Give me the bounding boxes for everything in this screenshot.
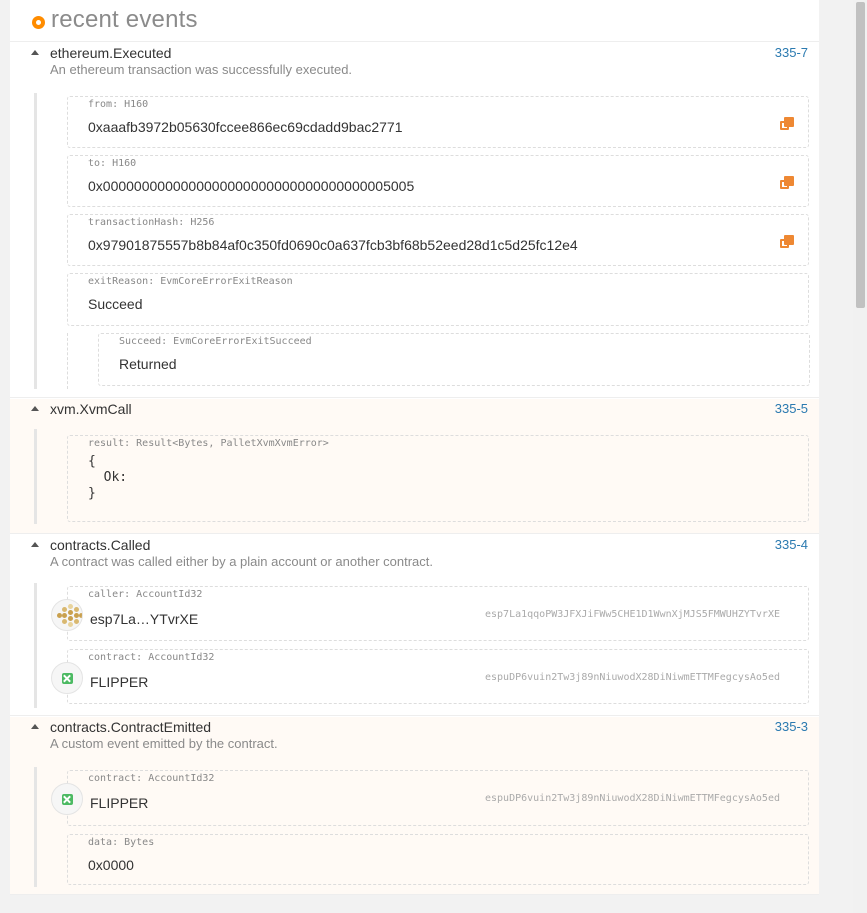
param-contract: contract: AccountId32 FLIPPER espuDP6vui…	[51, 649, 809, 704]
events-panel: recent events ethereum.Executed An ether…	[10, 0, 819, 895]
event-block-link[interactable]: 335-3	[775, 719, 808, 734]
expand-arrow-icon[interactable]	[31, 406, 39, 411]
event-description: A contract was called either by a plain …	[50, 554, 433, 569]
param-data: data: Bytes 0x0000	[67, 834, 809, 885]
expand-arrow-icon[interactable]	[31, 50, 39, 55]
param-label: Succeed: EvmCoreErrorExitSucceed	[119, 336, 312, 347]
identicon-icon[interactable]	[51, 783, 83, 815]
param-to: to: H160 0x00000000000000000000000000000…	[67, 155, 809, 207]
param-exit-reason: exitReason: EvmCoreErrorExitReason Succe…	[67, 273, 809, 326]
event-row[interactable]: contracts.Called A contract was called e…	[10, 535, 819, 716]
event-description: An ethereum transaction was successfully…	[50, 62, 353, 77]
event-row[interactable]: ethereum.Executed An ethereum transactio…	[10, 43, 819, 398]
param-value: Succeed	[88, 296, 143, 312]
param-label: transactionHash: H256	[88, 217, 215, 228]
account-name[interactable]: esp7La…YTvrXE	[90, 611, 198, 627]
event-row[interactable]: xvm.XvmCall 335-5 result: Result<Bytes, …	[10, 399, 819, 534]
scrollbar[interactable]	[853, 0, 867, 913]
param-label: contract: AccountId32	[88, 652, 215, 663]
identicon-icon[interactable]	[51, 662, 83, 694]
copy-icon[interactable]	[780, 117, 794, 131]
param-value: 0x00000000000000000000000000000000000050…	[88, 178, 415, 194]
event-title: ethereum.Executed	[50, 45, 172, 61]
account-address: esp7La1qqoPW3JFXJiFWw5CHE1D1WwnXjMJS5FMW…	[484, 609, 780, 620]
param-label: to: H160	[88, 158, 137, 169]
param-label: data: Bytes	[88, 837, 155, 848]
event-block-link[interactable]: 335-5	[775, 401, 808, 416]
event-block-link[interactable]: 335-7	[775, 45, 808, 60]
account-name[interactable]: FLIPPER	[90, 674, 148, 690]
param-caller: caller: AccountId32 esp7La…YTvrXE esp7La…	[51, 586, 809, 641]
expand-arrow-icon[interactable]	[31, 724, 39, 729]
param-result: result: Result<Bytes, PalletXvmXvmError>…	[67, 435, 809, 522]
scrollbar-thumb[interactable]	[856, 2, 865, 308]
panel-title: recent events	[51, 6, 198, 33]
event-row[interactable]: contracts.ContractEmitted A custom event…	[10, 717, 819, 895]
expand-arrow-icon[interactable]	[31, 542, 39, 547]
param-value: 0xaaafb3972b05630fccee866ec69cdadd9bac27…	[88, 119, 403, 135]
param-succeed: Succeed: EvmCoreErrorExitSucceed Returne…	[98, 333, 810, 386]
event-title: xvm.XvmCall	[50, 401, 132, 417]
event-title: contracts.Called	[50, 537, 151, 553]
param-label: result: Result<Bytes, PalletXvmXvmError>	[88, 438, 329, 449]
event-params: result: Result<Bytes, PalletXvmXvmError>…	[34, 429, 809, 524]
event-description: A custom event emitted by the contract.	[50, 736, 278, 751]
copy-icon[interactable]	[780, 235, 794, 249]
event-params: contract: AccountId32 FLIPPER espuDP6vui…	[34, 767, 809, 887]
event-block-link[interactable]: 335-4	[775, 537, 808, 552]
param-from: from: H160 0xaaafb3972b05630fccee866ec69…	[67, 96, 809, 148]
account-address: espuDP6vuin2Tw3j89nNiuwodX28DiNiwmETTMFe…	[484, 672, 780, 683]
param-label: caller: AccountId32	[88, 589, 203, 600]
account-name[interactable]: FLIPPER	[90, 795, 148, 811]
param-label: contract: AccountId32	[88, 773, 215, 784]
param-value: Returned	[119, 356, 177, 372]
event-params: from: H160 0xaaafb3972b05630fccee866ec69…	[34, 93, 810, 389]
panel-header: recent events	[10, 0, 819, 42]
param-value: 0x0000	[88, 857, 134, 873]
event-params: caller: AccountId32 esp7La…YTvrXE esp7La…	[34, 583, 809, 708]
param-value: 0x97901875557b8b84af0c350fd0690c0a637fcb…	[88, 237, 578, 253]
param-contract: contract: AccountId32 FLIPPER espuDP6vui…	[51, 770, 809, 826]
param-value: { Ok: }	[88, 454, 128, 501]
nested-params: Succeed: EvmCoreErrorExitSucceed Returne…	[67, 333, 810, 389]
account-address: espuDP6vuin2Tw3j89nNiuwodX28DiNiwmETTMFe…	[484, 793, 780, 804]
param-label: exitReason: EvmCoreErrorExitReason	[88, 276, 293, 287]
identicon-icon[interactable]	[51, 599, 83, 631]
param-transaction-hash: transactionHash: H256 0x97901875557b8b84…	[67, 214, 809, 266]
copy-icon[interactable]	[780, 176, 794, 190]
event-title: contracts.ContractEmitted	[50, 719, 212, 735]
orange-dot-icon	[32, 16, 45, 29]
param-label: from: H160	[88, 99, 149, 110]
